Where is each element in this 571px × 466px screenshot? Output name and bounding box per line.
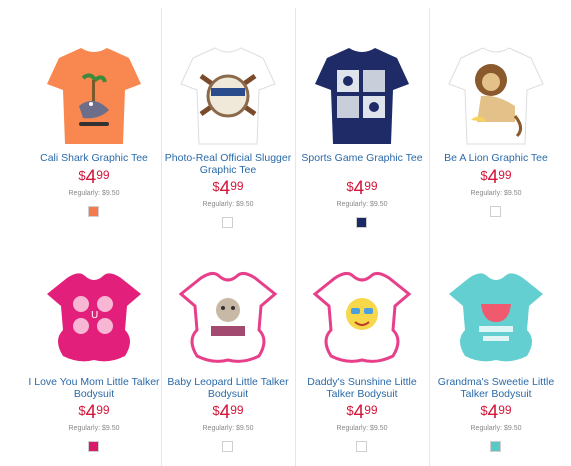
sale-price: $499 bbox=[78, 402, 110, 423]
regular-price: Regularly: $9.50 bbox=[68, 190, 120, 197]
color-swatch[interactable] bbox=[356, 441, 367, 452]
product-name[interactable]: Cali Shark Graphic Tee bbox=[27, 152, 161, 165]
product-name[interactable]: Be A Lion Graphic Tee bbox=[429, 152, 563, 165]
product-name[interactable]: Daddy's Sunshine Little Talker Bodysuit bbox=[295, 376, 429, 400]
sale-price: $499 bbox=[346, 178, 378, 199]
color-swatch[interactable] bbox=[490, 441, 501, 452]
sale-price: $499 bbox=[480, 402, 512, 423]
regular-price: Regularly: $9.50 bbox=[470, 425, 522, 432]
regular-price: Regularly: $9.50 bbox=[336, 201, 388, 208]
product-name[interactable]: Sports Game Graphic Tee bbox=[295, 152, 429, 165]
product-name[interactable]: Photo-Real Official Slugger Graphic Tee bbox=[161, 152, 295, 176]
product-card[interactable]: Photo-Real Official Slugger Graphic Tee … bbox=[161, 8, 295, 238]
regular-price: Regularly: $9.50 bbox=[336, 425, 388, 432]
product-image[interactable] bbox=[441, 260, 551, 370]
print-letter: U bbox=[91, 310, 98, 321]
sale-price: $499 bbox=[212, 402, 244, 423]
product-image[interactable] bbox=[441, 36, 551, 146]
regular-price: Regularly: $9.50 bbox=[202, 425, 254, 432]
color-swatch[interactable] bbox=[490, 206, 501, 217]
product-image[interactable]: U bbox=[39, 260, 149, 370]
color-swatch[interactable] bbox=[88, 441, 99, 452]
product-card[interactable]: Daddy's Sunshine Little Talker Bodysuit … bbox=[295, 248, 429, 466]
sale-price: $499 bbox=[78, 167, 110, 188]
color-swatch[interactable] bbox=[222, 441, 233, 452]
color-swatch[interactable] bbox=[356, 217, 367, 228]
product-name[interactable]: Baby Leopard Little Talker Bodysuit bbox=[161, 376, 295, 400]
product-image[interactable] bbox=[39, 36, 149, 146]
regular-price: Regularly: $9.50 bbox=[470, 190, 522, 197]
color-swatch[interactable] bbox=[222, 217, 233, 228]
product-card[interactable]: Grandma's Sweetie Little Talker Bodysuit… bbox=[429, 248, 563, 466]
product-name[interactable]: Grandma's Sweetie Little Talker Bodysuit bbox=[429, 376, 563, 400]
regular-price: Regularly: $9.50 bbox=[68, 425, 120, 432]
product-name[interactable]: I Love You Mom Little Talker Bodysuit bbox=[27, 376, 161, 400]
product-image[interactable] bbox=[307, 36, 417, 146]
sale-price: $499 bbox=[346, 402, 378, 423]
sale-price: $499 bbox=[480, 167, 512, 188]
product-card[interactable]: Baby Leopard Little Talker Bodysuit $499… bbox=[161, 248, 295, 466]
product-image[interactable] bbox=[173, 260, 283, 370]
product-card[interactable]: U I Love You Mom Little Talker Bodysuit … bbox=[27, 248, 161, 466]
regular-price: Regularly: $9.50 bbox=[202, 201, 254, 208]
product-image[interactable] bbox=[307, 260, 417, 370]
product-card[interactable]: Sports Game Graphic Tee $499 Regularly: … bbox=[295, 8, 429, 238]
color-swatch[interactable] bbox=[88, 206, 99, 217]
product-card[interactable]: Be A Lion Graphic Tee $499 Regularly: $9… bbox=[429, 8, 563, 238]
product-image[interactable] bbox=[173, 36, 283, 146]
product-card[interactable]: Cali Shark Graphic Tee $499 Regularly: $… bbox=[27, 8, 161, 238]
sale-price: $499 bbox=[212, 178, 244, 199]
product-grid: Cali Shark Graphic Tee $499 Regularly: $… bbox=[27, 8, 564, 466]
